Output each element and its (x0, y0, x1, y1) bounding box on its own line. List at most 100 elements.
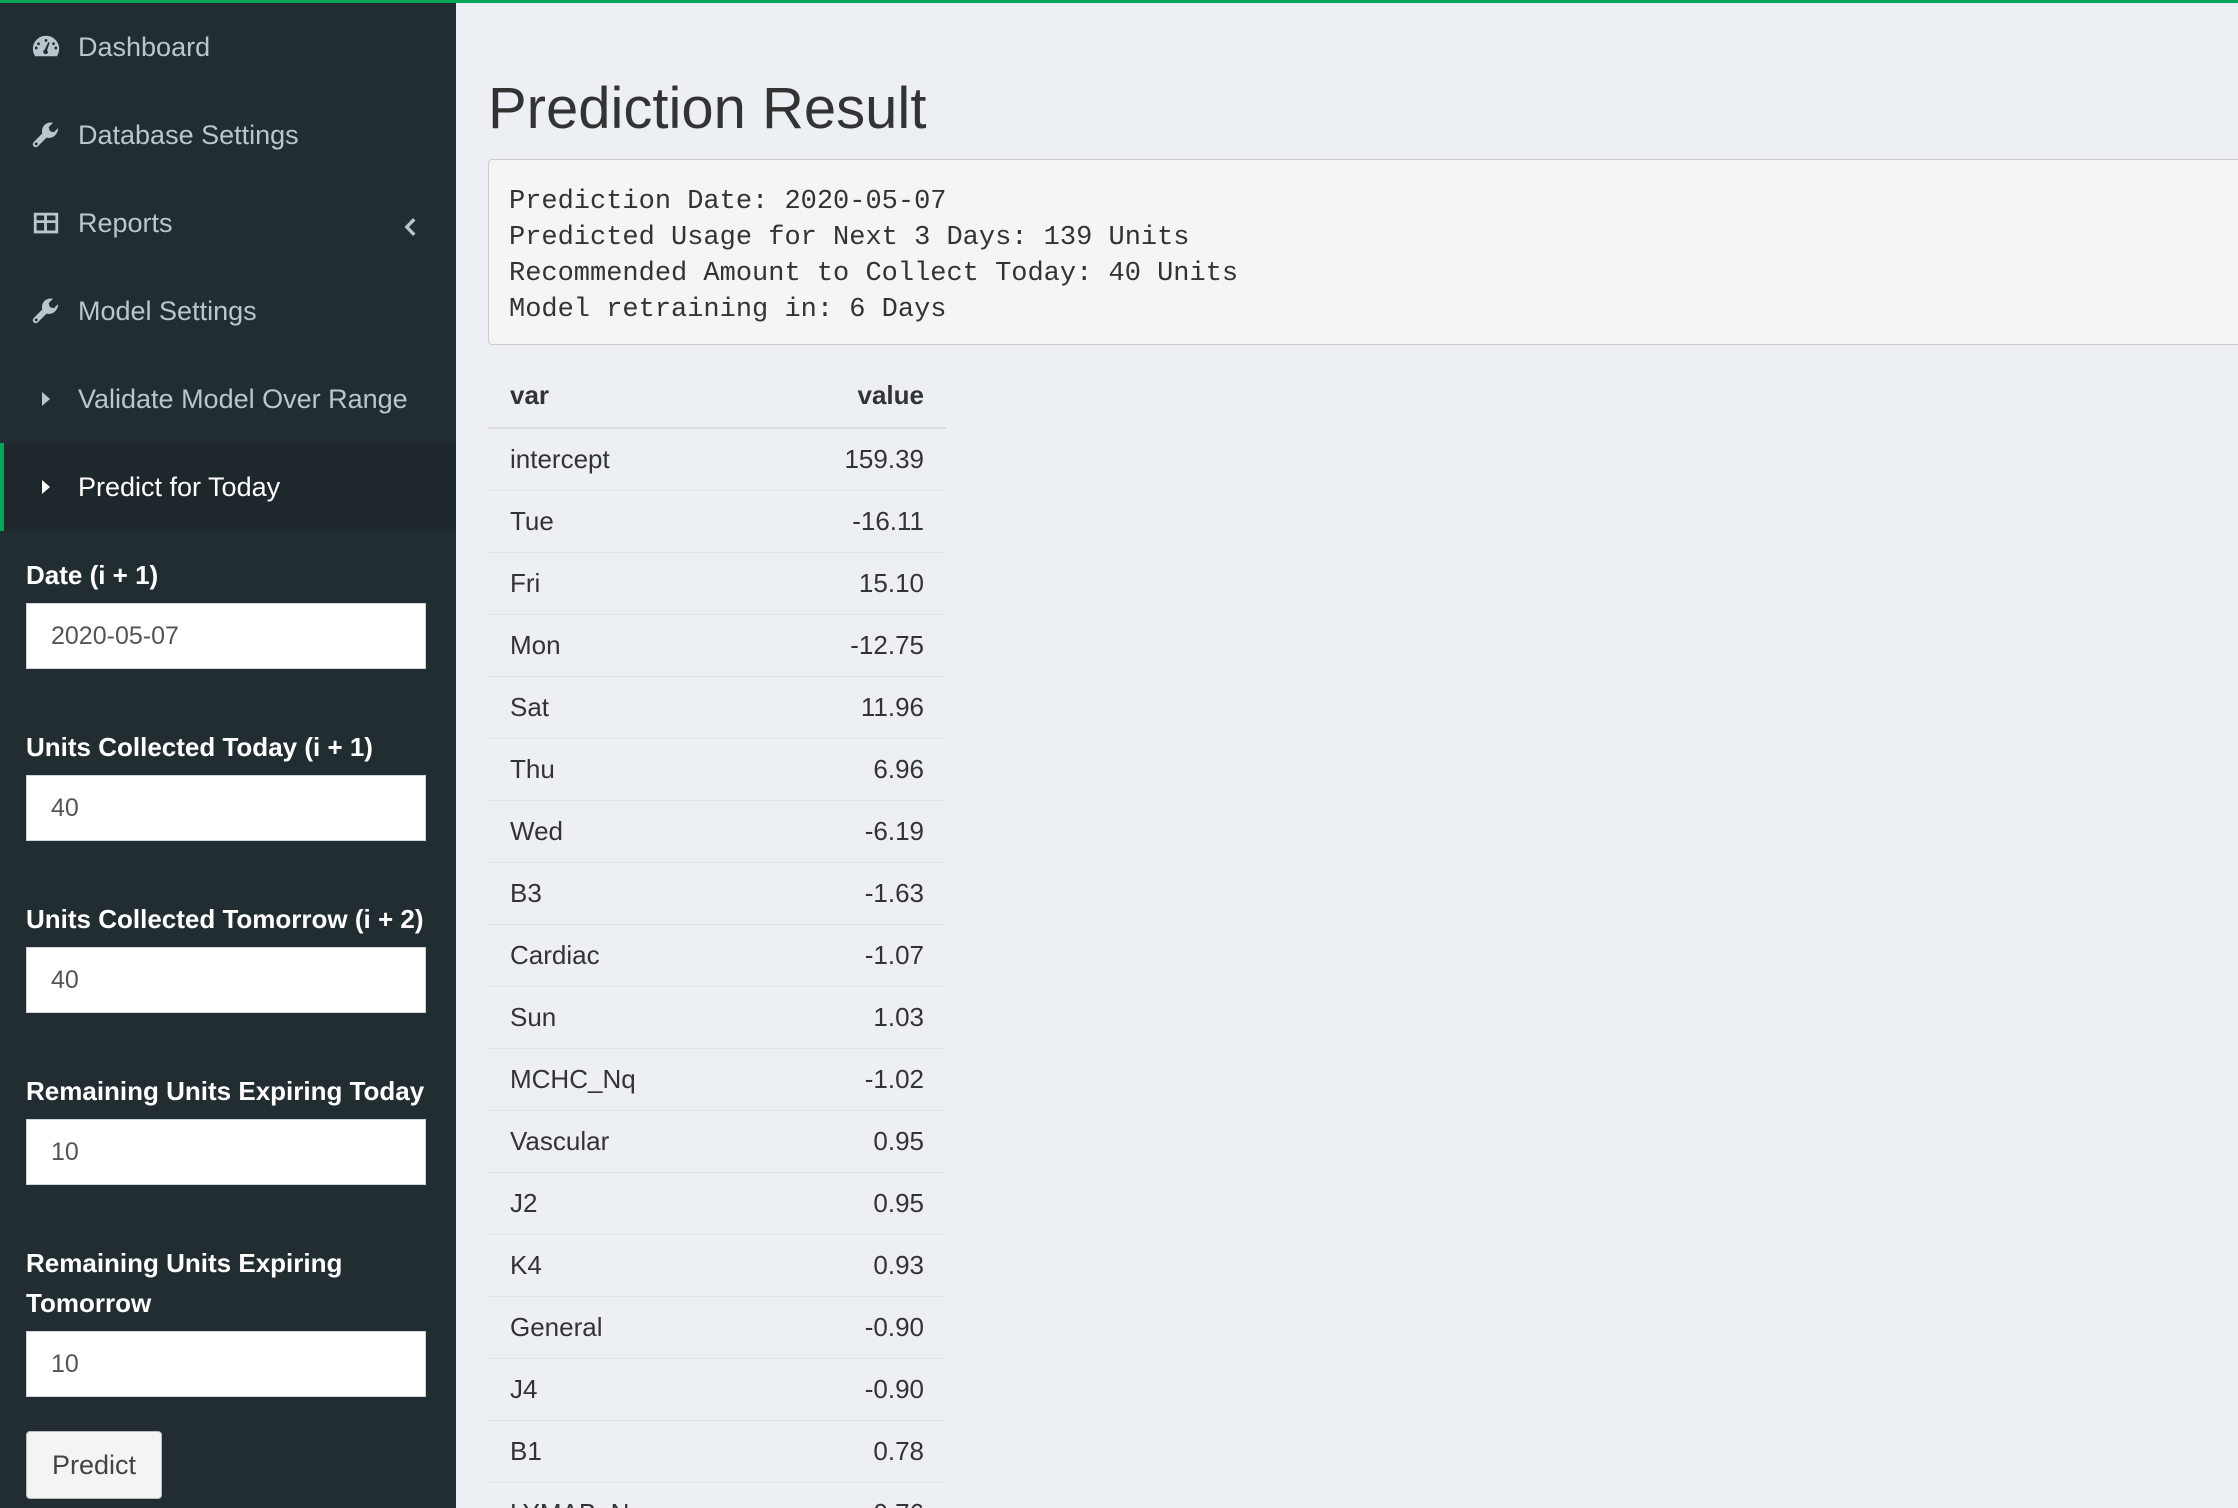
cell-value: -0.90 (753, 1296, 946, 1359)
table-row: Thu 6.96 (488, 738, 946, 801)
cell-value: 15.10 (753, 552, 946, 615)
sidebar-item-label: Reports (78, 207, 173, 238)
cell-value: -12.75 (753, 614, 946, 677)
column-header-var: var (488, 363, 754, 429)
dashboard-icon (30, 31, 62, 63)
cell-var: Thu (488, 738, 754, 801)
sidebar-item-reports[interactable]: Reports (0, 179, 456, 267)
table-row: J2 0.95 (488, 1172, 946, 1235)
caret-right-icon (30, 471, 62, 503)
column-header-value: value (753, 363, 946, 429)
cell-value: 0.95 (753, 1172, 946, 1235)
page-title: Prediction Result (488, 76, 927, 141)
caret-right-icon (30, 383, 62, 415)
table-row: J4 -0.90 (488, 1358, 946, 1421)
sidebar-item-label: Dashboard (78, 31, 211, 62)
table-row: Mon -12.75 (488, 614, 946, 677)
cell-var: Tue (488, 490, 754, 553)
date-field-group: Date (i + 1) (0, 555, 452, 669)
cell-value: 11.96 (753, 676, 946, 739)
cell-value: -16.11 (753, 490, 946, 553)
expiring-today-field-group: Remaining Units Expiring Today (0, 1071, 452, 1185)
cell-var: K4 (488, 1234, 754, 1297)
table-row: Cardiac -1.07 (488, 924, 946, 987)
summary-line: Prediction Date: 2020-05-07 (509, 187, 947, 217)
cell-value: 6.96 (753, 738, 946, 801)
units-today-field-group: Units Collected Today (i + 1) (0, 727, 452, 841)
cell-var: MCHC_Nq (488, 1048, 754, 1111)
summary-line: Predicted Usage for Next 3 Days: 139 Uni… (509, 223, 1190, 253)
table-row: Sat 11.96 (488, 676, 946, 739)
cell-value: -1.02 (753, 1048, 946, 1111)
table-row: K4 0.93 (488, 1234, 946, 1297)
sidebar-item-label: Database Settings (78, 119, 299, 150)
cell-var: Wed (488, 800, 754, 863)
expiring-today-label: Remaining Units Expiring Today (26, 1076, 425, 1106)
table-header-row: var value (488, 363, 946, 429)
cell-var: J4 (488, 1358, 754, 1421)
table-row: intercept 159.39 (488, 428, 946, 491)
units-today-input[interactable] (26, 775, 426, 841)
chevron-left-icon[interactable] (402, 213, 416, 236)
cell-var: Vascular (488, 1110, 754, 1173)
cell-var: B3 (488, 862, 754, 925)
cell-var: Fri (488, 552, 754, 615)
units-tomorrow-field-group: Units Collected Tomorrow (i + 2) (0, 899, 452, 1013)
table-row: Sun 1.03 (488, 986, 946, 1049)
table-row: B3 -1.63 (488, 862, 946, 925)
table-row: General -0.90 (488, 1296, 946, 1359)
coefficients-table: var value intercept 159.39 Tue -16.11 Fri 15.… (488, 363, 946, 1508)
sidebar-item-model-settings[interactable]: Model Settings (0, 267, 456, 355)
sidebar-item-label: Model Settings (78, 295, 257, 326)
cell-value: 0.78 (753, 1420, 946, 1483)
cell-var: Sat (488, 676, 754, 739)
expiring-today-input[interactable] (26, 1119, 426, 1185)
sidebar-item-validate-model[interactable]: Validate Model Over Range (0, 355, 456, 443)
wrench-icon (30, 119, 62, 151)
table-icon (30, 207, 62, 239)
cell-var: LYMAB_N (488, 1482, 754, 1508)
cell-value: -0.90 (753, 1358, 946, 1421)
prediction-summary-box: Prediction Date: 2020-05-07 Predicted Us… (488, 159, 2238, 345)
cell-value: -1.07 (753, 924, 946, 987)
sidebar-item-database-settings[interactable]: Database Settings (0, 91, 456, 179)
sidebar-item-label: Predict for Today (78, 471, 281, 502)
cell-var: intercept (488, 428, 754, 491)
expiring-tomorrow-label: Remaining Units Expiring Tomorrow (26, 1248, 343, 1318)
units-tomorrow-input[interactable] (26, 947, 426, 1013)
table-row: Tue -16.11 (488, 490, 946, 553)
cell-value: 0.93 (753, 1234, 946, 1297)
table-row: Wed -6.19 (488, 800, 946, 863)
table-row: LYMAB_N0.76 (488, 1482, 946, 1508)
wrench-icon (30, 295, 62, 327)
sidebar-item-predict-for-today[interactable]: Predict for Today (0, 443, 456, 531)
cell-var: J2 (488, 1172, 754, 1235)
cell-var: Sun (488, 986, 754, 1049)
expiring-tomorrow-field-group: Remaining Units Expiring Tomorrow (0, 1243, 452, 1397)
date-input[interactable] (26, 603, 426, 669)
summary-line: Recommended Amount to Collect Today: 40 … (509, 259, 1239, 289)
cell-value: 1.03 (753, 986, 946, 1049)
units-tomorrow-label: Units Collected Tomorrow (i + 2) (26, 904, 424, 934)
sidebar-item-dashboard[interactable]: Dashboard (0, 3, 456, 91)
summary-line: Model retraining in: 6 Days (509, 295, 947, 325)
units-today-label: Units Collected Today (i + 1) (26, 732, 373, 762)
table-row: MCHC_Nq -1.02 (488, 1048, 946, 1111)
expiring-tomorrow-input[interactable] (26, 1331, 426, 1397)
cell-value: 0.76 (753, 1482, 946, 1508)
cell-var: General (488, 1296, 754, 1359)
cell-value: 0.95 (753, 1110, 946, 1173)
table-row: Fri 15.10 (488, 552, 946, 615)
table-row: B1 0.78 (488, 1420, 946, 1483)
main-content: Prediction Result Prediction Date: 2020-… (456, 3, 2238, 1508)
cell-var: B1 (488, 1420, 754, 1483)
date-label: Date (i + 1) (26, 560, 159, 590)
table-row: Vascular 0.95 (488, 1110, 946, 1173)
cell-value: -6.19 (753, 800, 946, 863)
cell-var: Mon (488, 614, 754, 677)
cell-value: 159.39 (753, 428, 946, 491)
cell-value: -1.63 (753, 862, 946, 925)
cell-var: Cardiac (488, 924, 754, 987)
table-body: intercept 159.39 Tue -16.11 Fri 15.10 Mon -12.7… (488, 428, 946, 1508)
predict-button[interactable]: Predict (26, 1431, 162, 1499)
